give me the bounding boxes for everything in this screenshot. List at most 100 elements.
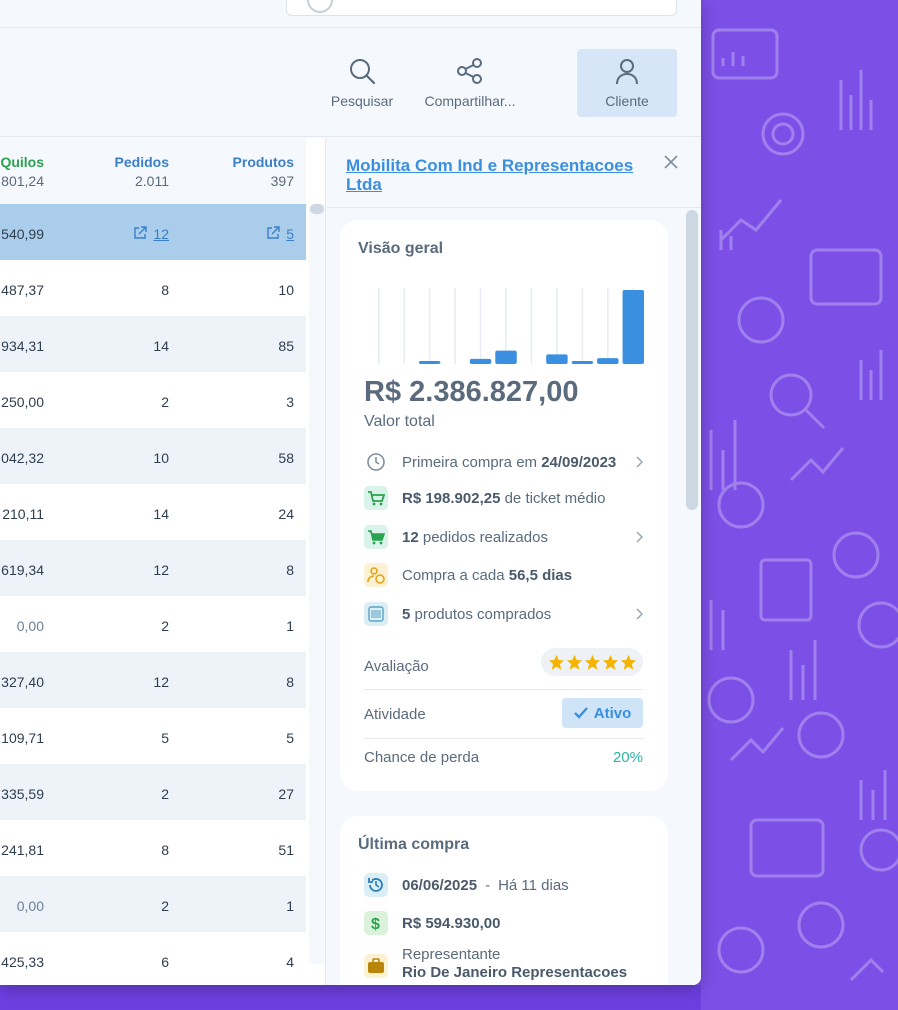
table-row[interactable]: 250,00 2 3 [0, 372, 306, 428]
table-row[interactable]: 425,33 6 4 [0, 932, 306, 985]
last-purchase-ago: Há 11 dias [498, 876, 569, 894]
cell-produtos[interactable]: 5 [266, 226, 294, 242]
cell-pedidos: 6 [161, 954, 169, 970]
representative-name: Rio De Janeiro Representacoes [402, 964, 628, 981]
cell-produtos: 10 [278, 282, 294, 298]
cell-value: 2 [161, 898, 169, 914]
cell-produtos: 58 [278, 450, 294, 466]
overview-card: Visão geral R$ 2.386.827,00 Valor total … [340, 220, 668, 791]
orders-text: 12 pedidos realizados [402, 529, 548, 546]
top-search-field[interactable] [286, 0, 677, 16]
orders-suffix: pedidos realizados [418, 528, 548, 546]
history-icon [364, 873, 388, 897]
cell-value: 934,31 [1, 338, 44, 354]
column-header-pedidos[interactable]: Pedidos 2.011 [115, 154, 169, 189]
chart-bar [571, 361, 594, 364]
table-row[interactable]: 210,11 14 24 [0, 484, 306, 540]
cell-value: 2 [161, 618, 169, 634]
cell-quilos: 042,32 [1, 450, 44, 466]
table-row[interactable]: 042,32 10 58 [0, 428, 306, 484]
cell-pedidos: 14 [153, 338, 169, 354]
cell-value: 5 [161, 730, 169, 746]
last-purchase-date-row: 06/06/2025 - Há 11 dias [364, 872, 644, 898]
cell-produtos: 8 [286, 562, 294, 578]
cell-value: 27 [278, 786, 294, 802]
cell-pedidos: 12 [153, 674, 169, 690]
cell-pedidos: 5 [161, 730, 169, 746]
cell-value: 335,59 [1, 786, 44, 802]
column-header-produtos[interactable]: Produtos 397 [233, 154, 294, 189]
cell-value: 12 [153, 674, 169, 690]
star-icon [620, 654, 636, 670]
cell-produtos: 5 [286, 730, 294, 746]
last-purchase-value: R$ 594.930,00 [402, 914, 501, 932]
first-purchase-text: Primeira compra em 24/09/2023 [402, 454, 616, 471]
representative-row: Representante Rio De Janeiro Representac… [364, 946, 644, 985]
cell-quilos: 619,34 [1, 562, 44, 578]
company-name-link[interactable]: Mobilita Com Ind e Representacoes Ltda [346, 156, 646, 194]
panel-scrollbar-thumb[interactable] [686, 210, 698, 510]
table-row[interactable]: 487,37 8 10 [0, 260, 306, 316]
search-button[interactable]: Pesquisar [324, 49, 400, 117]
cell-pedidos: 2 [161, 618, 169, 634]
cell-value: 250,00 [1, 394, 44, 410]
table-scrollbar-thumb[interactable] [310, 204, 324, 214]
cell-value: 10 [278, 282, 294, 298]
panel-scrollbar[interactable] [684, 208, 701, 985]
products-suffix: produtos comprados [410, 605, 552, 623]
chart-bar [622, 290, 644, 364]
cell-value: 241,81 [1, 842, 44, 858]
first-purchase-row[interactable]: Primeira compra em 24/09/2023 [364, 449, 644, 475]
column-header-quilos[interactable]: Quilos 801,24 [0, 154, 44, 189]
avg-ticket-suffix: de ticket médio [500, 489, 606, 507]
avg-ticket-value: R$ 198.902,25 [402, 489, 501, 507]
external-link-icon [267, 226, 280, 239]
cell-quilos: 109,71 [1, 730, 44, 746]
activity-label: Atividade [364, 706, 426, 723]
cell-value: 58 [278, 450, 294, 466]
table-scrollbar[interactable] [309, 204, 325, 964]
column-label: Produtos [232, 154, 294, 170]
products-text: 5 produtos comprados [402, 606, 551, 623]
table-row[interactable]: 540,99 12 5 [0, 204, 306, 260]
share-button[interactable]: Compartilhar... [420, 49, 520, 117]
close-icon[interactable] [663, 154, 679, 170]
table-row[interactable]: 0,00 2 1 [0, 596, 306, 652]
cell-quilos: 0,00 [17, 618, 44, 634]
table-row[interactable]: 327,40 12 8 [0, 652, 306, 708]
cell-value: 210,11 [2, 506, 44, 522]
table-body: 540,99 12 5 487,37 8 10 934,31 14 85 250,00 2 3 042,… [0, 204, 306, 985]
rating-stars [541, 648, 643, 676]
activity-badge: Ativo [562, 698, 643, 728]
table-row[interactable]: 335,59 2 27 [0, 764, 306, 820]
table-row[interactable]: 934,31 14 85 [0, 316, 306, 372]
barcode-icon [364, 602, 388, 626]
cell-pedidos: 8 [161, 282, 169, 298]
client-button[interactable]: Cliente [577, 49, 677, 117]
clock-icon [364, 450, 388, 474]
table-row[interactable]: 241,81 8 51 [0, 820, 306, 876]
cell-value: 8 [286, 674, 294, 690]
loss-chance-row: Chance de perda 20% [364, 736, 643, 778]
cell-pedidos[interactable]: 12 [133, 226, 169, 242]
table-row[interactable]: 0,00 2 1 [0, 876, 306, 932]
cell-produtos: 85 [278, 338, 294, 354]
cell-value: 8 [161, 282, 169, 298]
overview-title: Visão geral [358, 240, 444, 257]
table-row[interactable]: 619,34 12 8 [0, 540, 306, 596]
orders-row[interactable]: 12 pedidos realizados [364, 524, 644, 550]
chevron-right-icon [636, 608, 644, 620]
user-icon [616, 59, 638, 85]
column-label: Pedidos [114, 154, 169, 170]
cell-value: 6 [161, 954, 169, 970]
cell-value: 10 [153, 450, 169, 466]
chevron-right-icon [636, 531, 644, 543]
representative-label: Representante [402, 946, 501, 963]
products-row[interactable]: 5 produtos comprados [364, 601, 644, 627]
cell-quilos: 425,33 [1, 954, 44, 970]
cell-value: 109,71 [1, 730, 44, 746]
cell-value: 0,00 [16, 898, 44, 914]
cell-value: 8 [286, 562, 294, 578]
table-row[interactable]: 109,71 5 5 [0, 708, 306, 764]
cell-value: 425,33 [1, 954, 44, 970]
